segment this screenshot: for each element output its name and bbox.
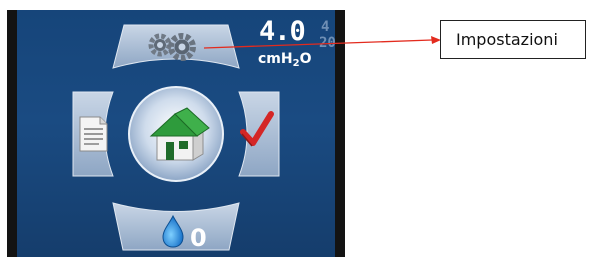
- callout-label: Impostazioni: [456, 30, 558, 49]
- callout-label-box: Impostazioni: [440, 20, 586, 59]
